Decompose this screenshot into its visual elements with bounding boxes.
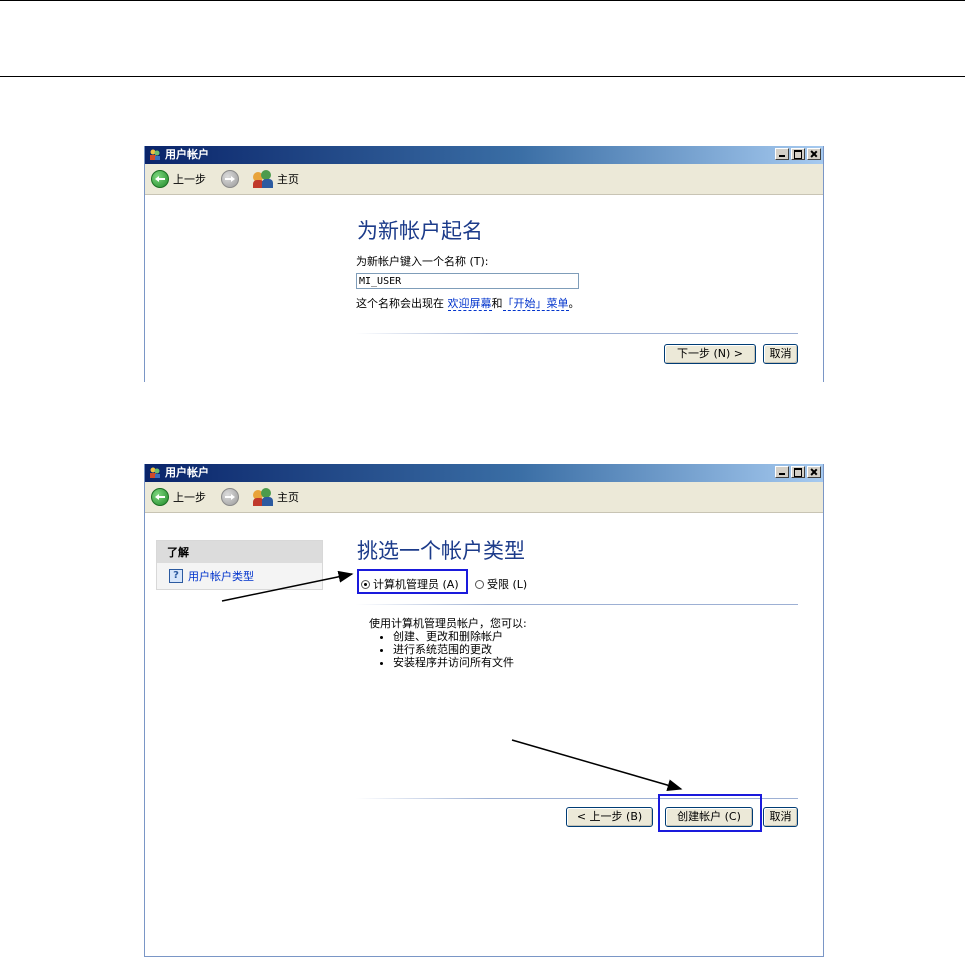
account-name-input[interactable]: MI_USER [356,273,579,289]
users-icon [150,467,160,478]
close-button[interactable] [807,148,821,160]
radio-limited-dot[interactable] [475,579,484,589]
top-rule [0,0,965,1]
header-rule [0,76,965,77]
window-title: 用户帐户 [165,466,209,479]
admin-highlight-box [357,569,468,594]
radio-limited-label: 受限 (L) [487,578,528,591]
user-accounts-window-step1: 用户帐户 上一步 主页 为新帐户起名 为新帐户键入一个名称 (T): MI_US… [144,146,824,382]
admin-description: 使用计算机管理员帐户，您可以: 创建、更改和删除帐户 进行系统范围的更改 安装程… [369,617,527,669]
account-types-label: 用户帐户类型 [188,570,254,583]
description-item: 创建、更改和删除帐户 [393,630,527,643]
divider-top [356,604,798,605]
home-label: 主页 [277,173,299,186]
description-intro: 使用计算机管理员帐户，您可以: [369,617,527,630]
content-area: 为新帐户起名 为新帐户键入一个名称 (T): MI_USER 这个名称会出现在 … [145,195,823,382]
start-menu-link[interactable]: 「开始」菜单 [502,297,569,311]
minimize-button[interactable] [775,466,789,478]
note-suffix: 。 [568,297,580,310]
note-prefix: 这个名称会出现在 [356,297,444,310]
name-note: 这个名称会出现在 欢迎屏幕和「开始」菜单。 [356,295,580,311]
back-label: 上一步 [173,173,206,186]
close-button[interactable] [807,466,821,478]
cancel-button[interactable]: 取消 [763,807,798,827]
forward-arrow-icon [221,488,239,506]
next-button[interactable]: 下一步 (N) > [664,344,756,364]
nav-toolbar: 上一步 主页 [145,164,823,195]
user-accounts-window-step2: 用户帐户 上一步 主页 了解 ? 用户帐户类型 挑选一个帐户类型 计算机管理员 … [144,464,824,957]
page-title: 为新帐户起名 [357,219,483,243]
back-label: 上一步 [173,491,206,504]
back-nav-button[interactable]: 上一步 [151,488,206,506]
page-title: 挑选一个帐户类型 [357,539,525,563]
forward-nav-button[interactable] [221,488,239,506]
home-users-icon [253,488,273,506]
back-nav-button[interactable]: 上一步 [151,170,206,188]
learn-about-header: 了解 [157,541,322,563]
description-item: 安装程序并访问所有文件 [393,656,527,669]
title-bar: 用户帐户 [145,464,823,482]
forward-nav-button[interactable] [221,170,239,188]
maximize-button[interactable] [791,148,805,160]
create-highlight-box [658,794,762,832]
content-area: 了解 ? 用户帐户类型 挑选一个帐户类型 计算机管理员 (A) 受限 (L) 使… [145,513,823,956]
forward-arrow-icon [221,170,239,188]
home-nav-button[interactable]: 主页 [253,170,299,188]
nav-toolbar: 上一步 主页 [145,482,823,513]
home-users-icon [253,170,273,188]
window-title: 用户帐户 [165,148,209,161]
description-item: 进行系统范围的更改 [393,643,527,656]
cancel-button[interactable]: 取消 [763,344,798,364]
users-icon [150,149,160,160]
back-arrow-icon [151,170,169,188]
radio-limited[interactable]: 受限 (L) [475,576,527,592]
welcome-screen-link[interactable]: 欢迎屏幕 [447,297,492,311]
home-nav-button[interactable]: 主页 [253,488,299,506]
name-prompt: 为新帐户键入一个名称 (T): [356,255,489,268]
description-list: 创建、更改和删除帐户 进行系统范围的更改 安装程序并访问所有文件 [369,630,527,669]
note-mid: 和 [491,297,503,310]
home-label: 主页 [277,491,299,504]
learn-about-panel: 了解 ? 用户帐户类型 [156,540,323,590]
help-icon: ? [169,569,183,583]
divider [356,333,798,334]
account-types-link[interactable]: ? 用户帐户类型 [157,563,322,589]
back-arrow-icon [151,488,169,506]
title-bar: 用户帐户 [145,146,823,164]
minimize-button[interactable] [775,148,789,160]
maximize-button[interactable] [791,466,805,478]
back-button[interactable]: < 上一步 (B) [566,807,653,827]
